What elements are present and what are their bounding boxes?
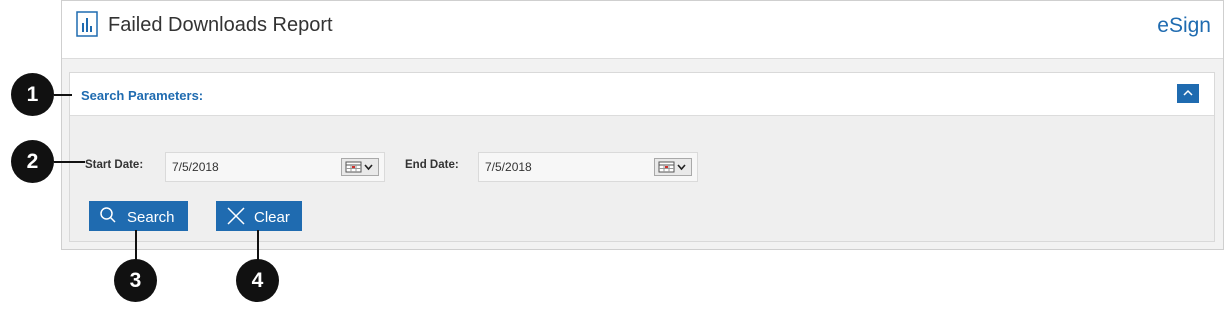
end-date-label: End Date: bbox=[405, 159, 459, 171]
search-button[interactable]: Search bbox=[89, 201, 188, 231]
clear-button-label: Clear bbox=[254, 209, 290, 226]
search-parameters-section: Search Parameters: Start Date: 7/5/2018 bbox=[69, 72, 1215, 242]
report-panel: Failed Downloads Report eSign Search Par… bbox=[61, 0, 1224, 250]
search-parameters-header[interactable]: Search Parameters: bbox=[70, 73, 1214, 116]
app-name[interactable]: eSign bbox=[1157, 14, 1211, 38]
start-date-field[interactable]: 7/5/2018 bbox=[165, 152, 385, 182]
bar-chart-icon bbox=[76, 11, 98, 37]
clear-button[interactable]: Clear bbox=[216, 201, 302, 231]
calendar-icon bbox=[658, 161, 686, 173]
search-button-label: Search bbox=[127, 209, 175, 226]
report-header: Failed Downloads Report eSign bbox=[62, 1, 1223, 59]
callout-3-leader bbox=[135, 230, 137, 260]
page-title: Failed Downloads Report bbox=[108, 14, 333, 36]
calendar-icon bbox=[345, 161, 373, 173]
callout-2-leader bbox=[54, 161, 85, 163]
start-date-label: Start Date: bbox=[85, 159, 144, 171]
collapse-button[interactable] bbox=[1177, 84, 1199, 103]
end-date-value: 7/5/2018 bbox=[485, 160, 532, 174]
end-date-field[interactable]: 7/5/2018 bbox=[478, 152, 698, 182]
close-icon bbox=[227, 207, 245, 225]
callout-4: 4 bbox=[236, 259, 279, 302]
end-date-picker-button[interactable] bbox=[654, 158, 692, 176]
chevron-up-icon bbox=[1183, 89, 1193, 96]
search-parameters-title: Search Parameters: bbox=[81, 88, 204, 103]
callout-3: 3 bbox=[114, 259, 157, 302]
callout-1-leader bbox=[54, 94, 72, 96]
callout-4-leader bbox=[257, 230, 259, 260]
start-date-value: 7/5/2018 bbox=[172, 160, 219, 174]
search-icon bbox=[100, 207, 116, 223]
callout-1: 1 bbox=[11, 73, 54, 116]
callout-2: 2 bbox=[11, 140, 54, 183]
start-date-picker-button[interactable] bbox=[341, 158, 379, 176]
